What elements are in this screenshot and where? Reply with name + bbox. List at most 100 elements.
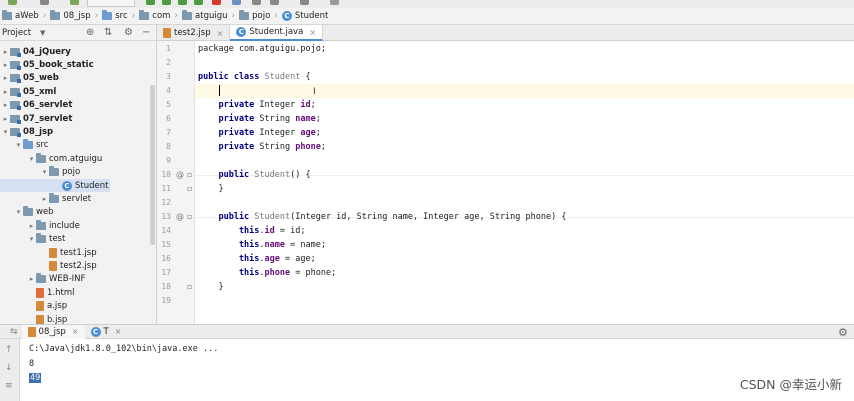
breadcrumb-item[interactable]: C Student — [281, 11, 328, 21]
chevron-down-icon[interactable]: ▾ — [40, 168, 49, 176]
run-tab[interactable]: C T × — [85, 325, 128, 339]
project-tree-scrollbar[interactable] — [150, 85, 155, 245]
chevron-down-icon[interactable]: ▾ — [14, 208, 23, 216]
tree-item[interactable]: ▸ 05_book_static — [0, 58, 94, 71]
override-marker-icon[interactable]: @ — [176, 168, 184, 182]
breadcrumb-item[interactable]: 08_jsp — [50, 10, 91, 21]
editor-gutter[interactable]: 1 2 3 4 5 6 7 8 9 10 11 12 13 14 15 16 17 18 19 @ @ ▫ ▫ ▫ ▫ — [157, 41, 195, 324]
editor-tab[interactable]: C Student.java × — [230, 25, 324, 41]
chevron-right-icon[interactable]: ▸ — [1, 101, 10, 109]
arrow-down-icon[interactable]: ↓ — [5, 363, 13, 373]
code-line[interactable]: this.age = age; — [198, 252, 316, 266]
code-line[interactable]: package com.atguigu.pojo; — [198, 42, 326, 56]
settings-icon[interactable] — [252, 0, 261, 5]
tree-item[interactable]: ▸ 07_servlet — [0, 112, 72, 125]
breadcrumb-item[interactable]: com — [139, 10, 170, 21]
fold-icon[interactable]: ▫ — [187, 210, 192, 224]
chevron-right-icon: › — [231, 11, 236, 21]
chevron-down-icon[interactable]: ▼ — [40, 27, 45, 39]
breadcrumb-item[interactable]: pojo — [239, 10, 270, 21]
tree-item[interactable]: ▸ 04_jQuery — [0, 45, 71, 58]
run-config-dropdown[interactable] — [87, 0, 135, 7]
code-editor[interactable]: 1 2 3 4 5 6 7 8 9 10 11 12 13 14 15 16 17 18 19 @ @ ▫ ▫ ▫ ▫ pack… — [157, 41, 854, 324]
tree-item[interactable]: test1.jsp — [0, 246, 97, 259]
vcs-icon[interactable] — [300, 0, 309, 5]
chevron-right-icon[interactable]: ▸ — [1, 115, 10, 123]
breadcrumb-item[interactable]: aWeb — [2, 10, 39, 21]
fold-icon[interactable]: ▫ — [187, 280, 192, 294]
run-icon[interactable] — [146, 0, 155, 5]
code-line[interactable]: private Integer id; — [198, 98, 315, 112]
project-view-selector[interactable]: Project — [2, 28, 31, 38]
structure-icon[interactable] — [232, 0, 241, 5]
code-line[interactable]: } — [198, 182, 223, 196]
fold-icon[interactable]: ▫ — [187, 168, 192, 182]
editor-tab[interactable]: test2.jsp × — [157, 25, 231, 41]
tree-item[interactable]: ▸ include — [0, 219, 80, 232]
nav-back-icon[interactable] — [40, 0, 49, 5]
tree-item[interactable]: ▸ servlet — [0, 192, 91, 205]
tree-item[interactable]: ▸ 05_xml — [0, 85, 56, 98]
code-line[interactable]: this.name = name; — [198, 238, 326, 252]
arrow-up-icon[interactable]: ↑ — [5, 345, 13, 355]
chevron-down-icon[interactable]: ▾ — [14, 141, 23, 149]
coverage-icon[interactable] — [178, 0, 187, 5]
chevron-right-icon[interactable]: ▸ — [27, 275, 36, 283]
hide-panel-icon[interactable]: − — [142, 27, 150, 39]
code-line[interactable]: private String phone; — [198, 140, 326, 154]
close-icon[interactable]: × — [115, 327, 122, 336]
tree-item[interactable]: 1.html — [0, 286, 74, 299]
code-line[interactable]: this.id = id; — [198, 224, 306, 238]
package-folder-icon — [139, 10, 150, 20]
tree-item[interactable]: ▸ WEB-INF — [0, 273, 85, 286]
locate-target-icon[interactable]: ⊕ — [86, 27, 94, 39]
chevron-right-icon[interactable]: ▸ — [1, 88, 10, 96]
tree-item[interactable]: C Student — [0, 179, 110, 192]
tree-item[interactable]: ▾ src — [0, 139, 48, 152]
chevron-right-icon[interactable]: ▸ — [1, 48, 10, 56]
search-icon[interactable] — [270, 0, 279, 5]
tree-item[interactable]: ▾ pojo — [0, 166, 80, 179]
chevron-right-icon[interactable]: ▸ — [1, 74, 10, 82]
run-tab[interactable]: 08_jsp × — [21, 324, 85, 339]
code-line[interactable]: public Student(Integer id, String name, … — [198, 210, 566, 224]
stop-icon[interactable] — [212, 0, 221, 5]
code-line[interactable]: public Student() { — [198, 168, 310, 182]
soft-wrap-icon[interactable]: ≡ — [5, 381, 13, 391]
build-icon[interactable] — [8, 0, 17, 5]
gear-icon[interactable]: ⚙ — [838, 326, 848, 339]
breadcrumb-item[interactable]: atguigu — [182, 10, 228, 21]
tree-item[interactable]: test2.jsp — [0, 259, 97, 272]
profile-icon[interactable] — [194, 0, 203, 5]
tree-item[interactable]: ▸ 05_web — [0, 72, 59, 85]
fold-icon[interactable]: ▫ — [187, 182, 192, 196]
override-marker-icon[interactable]: @ — [176, 210, 184, 224]
chevron-right-icon[interactable]: ▸ — [40, 195, 49, 203]
gear-icon[interactable]: ⚙ — [124, 27, 133, 39]
collapse-all-icon[interactable]: ⇅ — [104, 27, 112, 39]
code-line[interactable]: public class Student { — [198, 70, 311, 84]
tree-item[interactable]: ▾ test — [0, 233, 65, 246]
tree-item[interactable]: ▾ 08_jsp — [0, 125, 53, 138]
tree-item[interactable]: a.jsp — [0, 300, 67, 313]
chevron-down-icon[interactable]: ▾ — [27, 235, 36, 243]
tree-item[interactable]: ▾ web — [0, 206, 54, 219]
run-console[interactable]: C:\Java\jdk1.8.0_102\bin\java.exe ... 8 … — [20, 339, 854, 401]
chevron-down-icon[interactable]: ▾ — [27, 155, 36, 163]
tree-item[interactable]: ▾ com.atguigu — [0, 152, 102, 165]
code-line[interactable]: } — [198, 280, 223, 294]
chevron-right-icon[interactable]: ▸ — [1, 61, 10, 69]
close-icon[interactable]: × — [72, 327, 79, 336]
tree-item[interactable]: ▸ 06_servlet — [0, 99, 72, 112]
chevron-down-icon[interactable]: ▾ — [1, 128, 10, 136]
code-line[interactable]: private String name; — [198, 112, 320, 126]
debug-icon[interactable] — [162, 0, 171, 5]
breadcrumb-item[interactable]: src — [102, 10, 128, 21]
nav-forward-icon[interactable] — [70, 0, 79, 5]
close-icon[interactable]: × — [309, 28, 316, 37]
close-icon[interactable]: × — [217, 29, 224, 38]
code-line[interactable]: private Integer age; — [198, 126, 320, 140]
code-line[interactable]: this.phone = phone; — [198, 266, 336, 280]
search-everywhere-icon[interactable] — [330, 0, 339, 5]
chevron-right-icon[interactable]: ▸ — [27, 222, 36, 230]
